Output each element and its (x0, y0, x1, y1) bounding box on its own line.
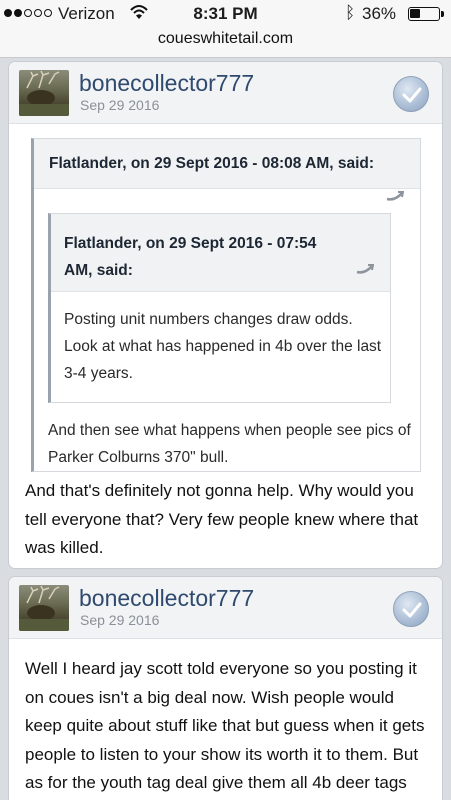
forum-post: bonecollector777 Sep 29 2016 Well I hear… (8, 576, 443, 800)
battery-percent: 36% (362, 4, 397, 23)
post-header: bonecollector777 Sep 29 2016 (9, 577, 442, 639)
nested-quote-block: Flatlander, on 29 Sept 2016 - 07:54 AM, … (48, 213, 391, 403)
forum-post: bonecollector777 Sep 29 2016 Flatlander,… (8, 61, 443, 569)
check-icon[interactable] (393, 591, 429, 627)
post-header: bonecollector777 Sep 29 2016 (9, 62, 442, 124)
post-body: Well I heard jay scott told everyone so … (25, 659, 425, 792)
nested-quote-citation: Flatlander, on 29 Sept 2016 - 07:54 AM, … (64, 235, 317, 279)
nested-quote-text: Posting unit numbers changes draw odds. … (64, 311, 382, 382)
status-bar: Verizon 8:31 PM ᛒ 36% (0, 0, 451, 28)
quote-link-arrow-icon[interactable] (356, 264, 374, 274)
bluetooth-icon: ᛒ (345, 3, 356, 22)
user-avatar[interactable] (19, 585, 69, 631)
quote-block: Flatlander, on 29 Sept 2016 - 08:08 AM, … (31, 138, 421, 472)
post-username[interactable]: bonecollector777 (79, 585, 254, 612)
post-date: Sep 29 2016 (80, 612, 160, 628)
url-bar[interactable]: coueswhitetail.com (0, 30, 451, 48)
quote-citation: Flatlander, on 29 Sept 2016 - 08:08 AM, … (49, 155, 375, 172)
nested-quote-header: Flatlander, on 29 Sept 2016 - 07:54 AM, … (51, 214, 390, 292)
quote-header: Flatlander, on 29 Sept 2016 - 08:08 AM, … (34, 139, 420, 201)
quote-text: And then see what happens when people se… (48, 422, 411, 466)
user-avatar[interactable] (19, 70, 69, 116)
post-date: Sep 29 2016 (80, 97, 160, 113)
post-username[interactable]: bonecollector777 (79, 70, 254, 97)
check-icon[interactable] (393, 76, 429, 112)
quote-link-arrow-icon[interactable] (386, 191, 404, 201)
battery-icon (408, 7, 440, 21)
browser-top-bar: Verizon 8:31 PM ᛒ 36% coueswhitetail.com (0, 0, 451, 58)
post-body: And that's definitely not gonna help. Wh… (25, 481, 419, 557)
